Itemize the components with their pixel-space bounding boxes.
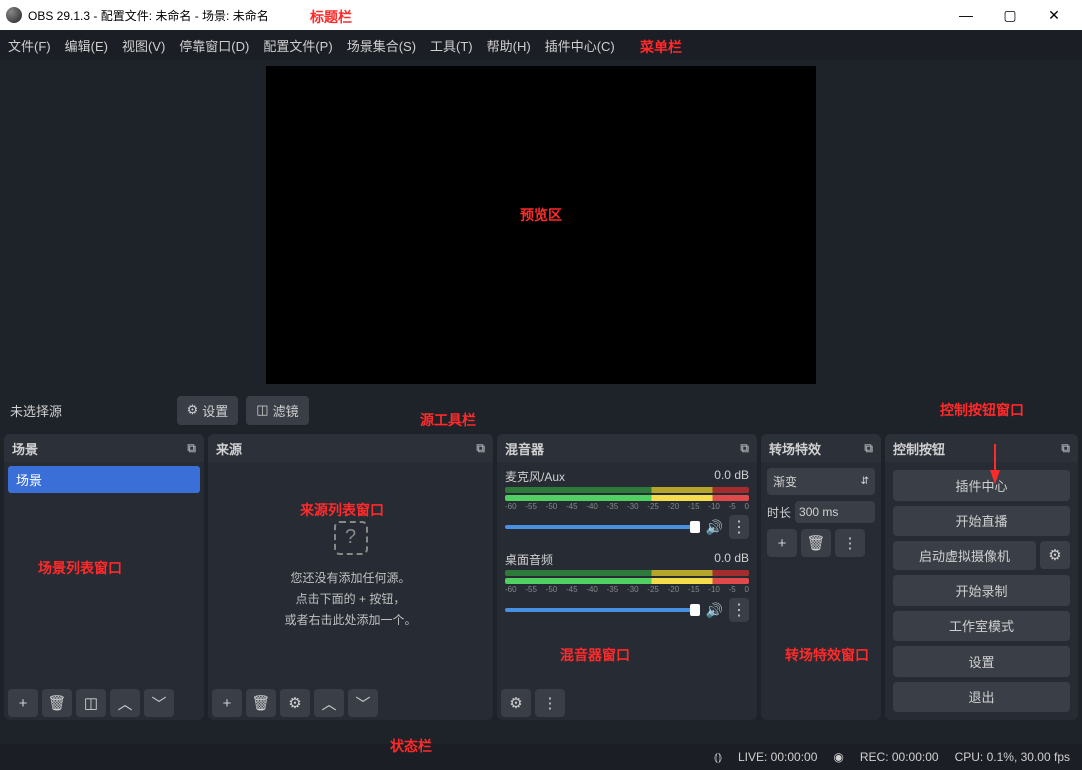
maximize-button[interactable]: ▢ bbox=[988, 0, 1032, 30]
trans-popout-icon[interactable]: ⧉ bbox=[864, 441, 873, 456]
transition-select[interactable]: 渐变⇵ bbox=[767, 468, 875, 495]
trans-menu-button[interactable]: ⋮ bbox=[835, 529, 865, 557]
source-settings-button[interactable]: ⚙设置 bbox=[177, 396, 239, 425]
scene-down-button[interactable]: ﹀ bbox=[144, 689, 174, 717]
settings-button[interactable]: 设置 bbox=[893, 646, 1070, 677]
menu-plugin-center[interactable]: 插件中心(C) bbox=[545, 36, 615, 55]
source-down-button[interactable]: ﹀ bbox=[348, 689, 378, 717]
trans-remove-button[interactable]: 🗑 bbox=[801, 529, 831, 557]
preview-canvas[interactable] bbox=[266, 66, 816, 384]
rec-status: REC: 00:00:00 bbox=[860, 750, 939, 764]
menu-help[interactable]: 帮助(H) bbox=[487, 36, 531, 55]
stream-status-icon: ⦅⦆ bbox=[714, 750, 722, 765]
chevron-updown-icon: ⇵ bbox=[861, 476, 869, 487]
start-recording-button[interactable]: 开始录制 bbox=[893, 575, 1070, 606]
source-add-button[interactable]: + bbox=[212, 689, 242, 717]
sources-popout-icon[interactable]: ⧉ bbox=[476, 441, 485, 456]
live-status: LIVE: 00:00:00 bbox=[738, 750, 817, 764]
close-button[interactable]: ✕ bbox=[1032, 0, 1076, 30]
source-toolbar: 未选择源 ⚙设置 ◫滤镜 bbox=[0, 390, 1082, 430]
scenes-panel: 场景 ⧉ 场景 + 🗑 ◫ ︿ ﹀ bbox=[4, 434, 204, 720]
source-up-button[interactable]: ︿ bbox=[314, 689, 344, 717]
preview-area bbox=[0, 60, 1082, 390]
source-filters-button[interactable]: ◫滤镜 bbox=[246, 396, 308, 425]
question-icon: ? bbox=[334, 521, 368, 555]
scenes-title: 场景 bbox=[12, 439, 38, 458]
menubar: 文件(F) 编辑(E) 视图(V) 停靠窗口(D) 配置文件(P) 场景集合(S… bbox=[0, 30, 1082, 60]
desktop-speaker-icon[interactable]: 🔊 bbox=[706, 602, 723, 619]
virtual-cam-settings-button[interactable]: ⚙ bbox=[1040, 541, 1070, 569]
desktop-volume-slider[interactable] bbox=[505, 608, 700, 612]
mic-ticks: -60-55-50-45-40-35-30-25-20-15-10-50 bbox=[505, 502, 749, 511]
ctrl-title: 控制按钮 bbox=[893, 439, 945, 458]
controls-panel: 控制按钮⧉ 插件中心 开始直播 启动虚拟摄像机 ⚙ 开始录制 工作室模式 设置 … bbox=[885, 434, 1078, 720]
mixer-channel-mic: 麦克风/Aux0.0 dB -60-55-50-45-40-35-30-25-2… bbox=[501, 466, 753, 549]
scenes-popout-icon[interactable]: ⧉ bbox=[187, 441, 196, 456]
desktop-meter-2 bbox=[505, 578, 749, 584]
mixer-settings-button[interactable]: ⚙ bbox=[501, 689, 531, 717]
exit-button[interactable]: 退出 bbox=[893, 682, 1070, 713]
statusbar: ⦅⦆ LIVE: 00:00:00 ◉ REC: 00:00:00 CPU: 0… bbox=[0, 744, 1082, 770]
menu-edit[interactable]: 编辑(E) bbox=[65, 36, 108, 55]
mic-meter-2 bbox=[505, 495, 749, 501]
mixer-title: 混音器 bbox=[505, 439, 544, 458]
minimize-button[interactable]: — bbox=[944, 0, 988, 30]
menu-dock[interactable]: 停靠窗口(D) bbox=[179, 36, 249, 55]
sources-empty[interactable]: ? 您还没有添加任何源。 点击下面的 + 按钮， 或者右击此处添加一个。 bbox=[212, 466, 489, 682]
mixer-menu-button[interactable]: ⋮ bbox=[535, 689, 565, 717]
no-source-label: 未选择源 bbox=[10, 401, 62, 420]
ctrl-popout-icon[interactable]: ⧉ bbox=[1061, 441, 1070, 456]
gear-icon: ⚙ bbox=[187, 402, 199, 418]
start-virtual-cam-button[interactable]: 启动虚拟摄像机 bbox=[893, 541, 1036, 570]
plugin-center-button[interactable]: 插件中心 bbox=[893, 470, 1070, 501]
trans-title: 转场特效 bbox=[769, 439, 821, 458]
scene-filter-button[interactable]: ◫ bbox=[76, 689, 106, 717]
scene-remove-button[interactable]: 🗑 bbox=[42, 689, 72, 717]
mixer-channel-desktop: 桌面音频0.0 dB -60-55-50-45-40-35-30-25-20-1… bbox=[501, 549, 753, 632]
titlebar: OBS 29.1.3 - 配置文件: 未命名 - 场景: 未命名 — ▢ ✕ bbox=[0, 0, 1082, 30]
obs-logo-icon bbox=[6, 7, 22, 23]
studio-mode-button[interactable]: 工作室模式 bbox=[893, 611, 1070, 642]
mixer-panel: 混音器 ⧉ 麦克风/Aux0.0 dB -60-55-50-45-40-35-30… bbox=[497, 434, 757, 720]
rec-status-icon: ◉ bbox=[833, 750, 843, 764]
menu-profile[interactable]: 配置文件(P) bbox=[263, 36, 332, 55]
window-title: OBS 29.1.3 - 配置文件: 未命名 - 场景: 未命名 bbox=[28, 7, 269, 24]
mic-menu-button[interactable]: ⋮ bbox=[729, 515, 749, 539]
sources-panel: 来源 ⧉ ? 您还没有添加任何源。 点击下面的 + 按钮， 或者右击此处添加一个。… bbox=[208, 434, 493, 720]
transitions-panel: 转场特效⧉ 渐变⇵ 时长 + 🗑 ⋮ bbox=[761, 434, 881, 720]
desktop-menu-button[interactable]: ⋮ bbox=[729, 598, 749, 622]
mixer-popout-icon[interactable]: ⧉ bbox=[740, 441, 749, 456]
mic-speaker-icon[interactable]: 🔊 bbox=[706, 519, 723, 536]
scene-up-button[interactable]: ︿ bbox=[110, 689, 140, 717]
source-remove-button[interactable]: 🗑 bbox=[246, 689, 276, 717]
menu-view[interactable]: 视图(V) bbox=[122, 36, 165, 55]
cpu-status: CPU: 0.1%, 30.00 fps bbox=[955, 750, 1070, 764]
anno-arrow bbox=[990, 470, 1000, 484]
desktop-meter bbox=[505, 570, 749, 576]
trans-add-button[interactable]: + bbox=[767, 529, 797, 557]
scene-add-button[interactable]: + bbox=[8, 689, 38, 717]
menu-file[interactable]: 文件(F) bbox=[8, 36, 51, 55]
scene-item[interactable]: 场景 bbox=[8, 466, 200, 493]
duration-input[interactable] bbox=[795, 501, 875, 523]
menu-scene-collection[interactable]: 场景集合(S) bbox=[347, 36, 416, 55]
desktop-ticks: -60-55-50-45-40-35-30-25-20-15-10-50 bbox=[505, 585, 749, 594]
start-streaming-button[interactable]: 开始直播 bbox=[893, 506, 1070, 537]
filter-icon: ◫ bbox=[256, 402, 268, 418]
mic-volume-slider[interactable] bbox=[505, 525, 700, 529]
source-properties-button[interactable]: ⚙ bbox=[280, 689, 310, 717]
sources-title: 来源 bbox=[216, 439, 242, 458]
mic-meter bbox=[505, 487, 749, 493]
menu-tools[interactable]: 工具(T) bbox=[430, 36, 473, 55]
